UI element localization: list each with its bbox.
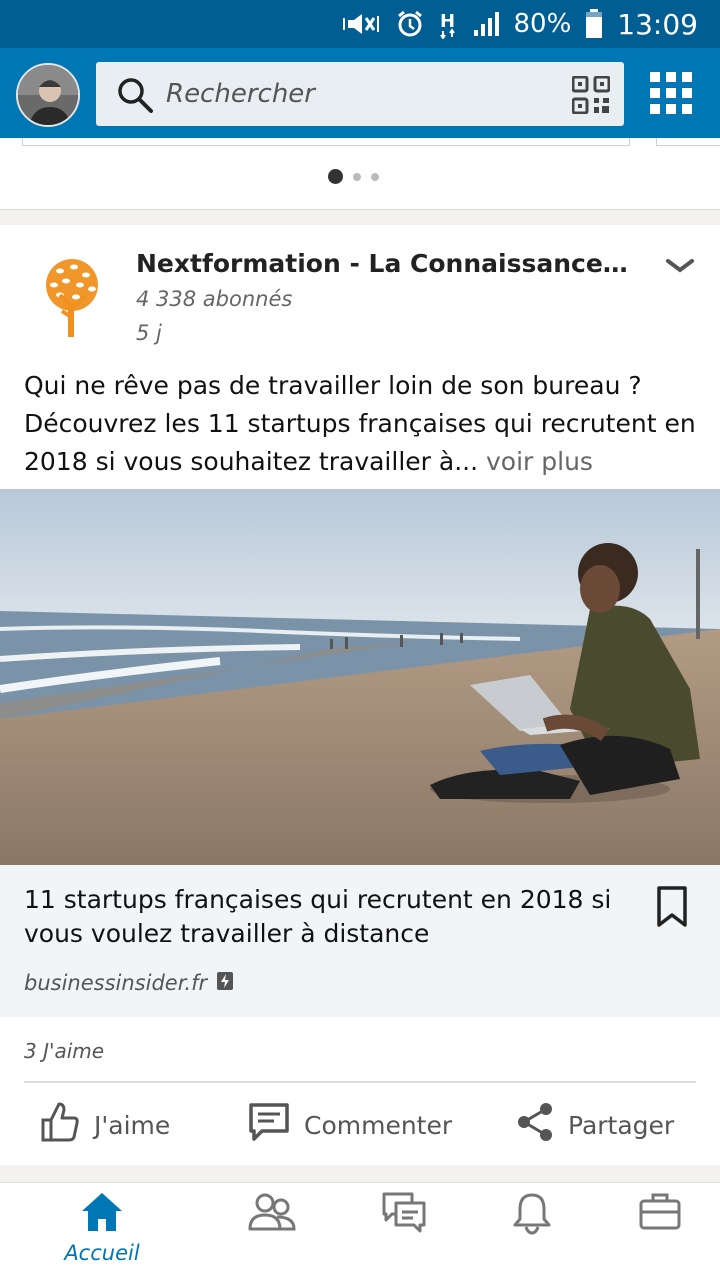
see-more-link[interactable]: voir plus <box>478 447 593 476</box>
post-body: Qui ne rêve pas de travailler loin de so… <box>24 371 696 476</box>
article-image[interactable] <box>0 489 720 865</box>
nav-home-label: Accueil <box>64 1241 140 1265</box>
article-title[interactable]: 11 startups françaises qui recrutent en … <box>24 883 624 951</box>
nav-messaging[interactable] <box>344 1191 464 1275</box>
nav-network[interactable] <box>212 1191 332 1275</box>
comment-label: Commenter <box>304 1110 453 1140</box>
carousel-card-next[interactable] <box>656 138 720 146</box>
bookmark-icon[interactable] <box>656 885 688 929</box>
chevron-down-icon[interactable] <box>662 251 698 281</box>
people-icon <box>247 1191 297 1239</box>
search-bar[interactable] <box>96 62 624 126</box>
like-button[interactable]: J'aime <box>40 1099 170 1151</box>
company-name[interactable]: Nextformation - La Connaissance au... <box>136 249 636 278</box>
messaging-icon <box>381 1191 427 1239</box>
nav-notifications[interactable] <box>472 1191 592 1275</box>
home-icon <box>80 1191 124 1237</box>
search-input[interactable] <box>166 72 546 116</box>
share-button[interactable]: Partager <box>516 1099 674 1151</box>
follower-count: 4 338 abonnés <box>136 287 293 311</box>
qr-code-icon[interactable] <box>571 75 611 118</box>
bottom-nav: Accueil <box>0 1182 720 1280</box>
post-age: 5 j <box>136 321 162 345</box>
carousel-dot-active[interactable] <box>328 169 343 184</box>
carousel-card[interactable] <box>22 138 630 146</box>
signal-icon <box>472 10 500 38</box>
post-actions: J'aime Commenter Partager <box>0 1085 720 1165</box>
search-icon <box>116 76 154 118</box>
company-logo[interactable] <box>30 255 114 339</box>
carousel-dot[interactable] <box>371 172 379 181</box>
carousel-dots <box>328 169 379 184</box>
like-label: J'aime <box>94 1110 171 1140</box>
alarm-icon <box>396 10 424 38</box>
battery-percent: 80% <box>513 9 572 39</box>
thumbs-up-icon <box>40 1100 80 1150</box>
share-icon <box>516 1102 554 1148</box>
likes-count[interactable]: 3 J'aime <box>24 1039 104 1063</box>
carousel-dot[interactable] <box>353 172 361 181</box>
apps-grid-icon[interactable] <box>650 72 692 118</box>
briefcase-icon <box>638 1191 682 1235</box>
nav-home[interactable]: Accueil <box>42 1191 162 1275</box>
amp-lightning-icon <box>217 971 234 995</box>
article-preview[interactable]: 11 startups françaises qui recrutent en … <box>0 865 720 1017</box>
carousel <box>0 138 720 210</box>
clock: 13:09 <box>617 7 698 41</box>
comment-button[interactable]: Commenter <box>248 1099 452 1151</box>
share-label: Partager <box>568 1110 675 1140</box>
svg-text:H: H <box>440 11 455 32</box>
battery-icon <box>585 9 603 39</box>
bell-icon <box>512 1191 552 1239</box>
feed-post: Nextformation - La Connaissance au... 4 … <box>0 225 720 1165</box>
network-h-icon: H <box>438 9 458 39</box>
divider <box>24 1081 696 1083</box>
article-domain-text: businessinsider.fr <box>24 971 208 995</box>
mute-vibrate-icon <box>342 10 382 38</box>
status-bar: H 80% 13:09 <box>0 0 720 48</box>
post-text: Qui ne rêve pas de travailler loin de so… <box>24 367 704 481</box>
article-domain: businessinsider.fr <box>24 971 234 995</box>
app-header <box>0 48 720 138</box>
comment-icon <box>248 1102 290 1148</box>
avatar[interactable] <box>16 63 80 127</box>
nav-jobs[interactable] <box>600 1191 720 1275</box>
